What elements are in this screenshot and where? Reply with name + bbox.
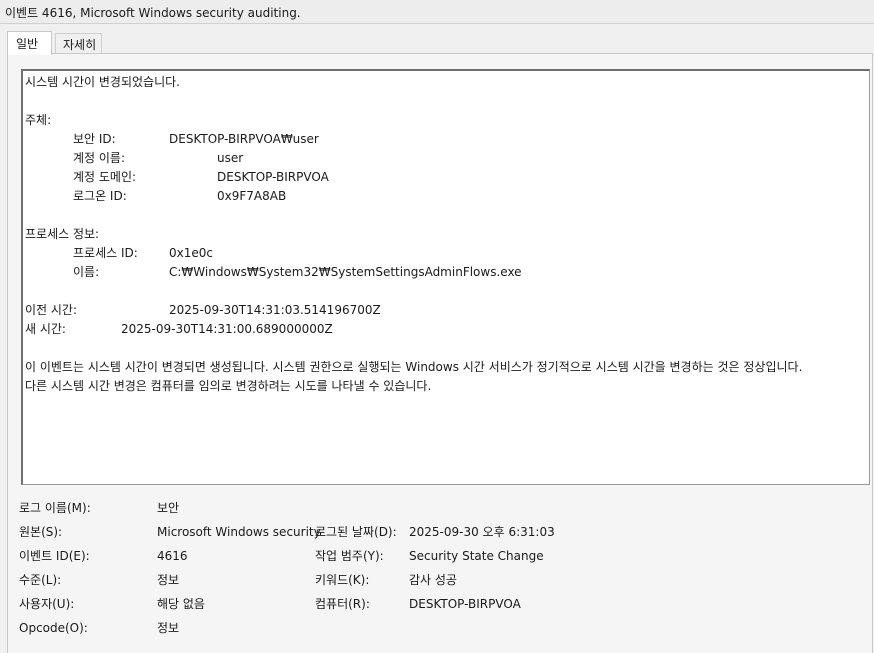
account-domain-value: DESKTOP-BIRPVOA	[217, 170, 329, 184]
previous-time-label: 이전 시간:	[25, 303, 78, 317]
task-category-label: 작업 범주(Y):	[315, 549, 384, 563]
process-id-value: 0x1e0c	[169, 246, 213, 260]
opcode-label: Opcode(O):	[19, 621, 88, 635]
keywords-label: 키워드(K):	[315, 573, 370, 587]
subject-header: 주체:	[25, 113, 52, 127]
logon-id-value: 0x9F7A8AB	[217, 189, 287, 203]
task-category-value[interactable]: Security State Change	[409, 548, 544, 564]
security-id-label: 보안 ID:	[73, 132, 116, 146]
window-title: 이벤트 4616, Microsoft Windows security aud…	[5, 6, 301, 20]
log-name-label: 로그 이름(M):	[19, 501, 91, 515]
new-time-label: 새 시간:	[25, 322, 66, 336]
computer-label: 컴퓨터(R):	[315, 597, 370, 611]
level-label: 수준(L):	[19, 573, 62, 587]
process-header: 프로세스 정보:	[25, 227, 100, 241]
source-label: 원본(S):	[19, 525, 63, 539]
logon-id-label: 로그온 ID:	[73, 189, 127, 203]
event-id-label: 이벤트 ID(E):	[19, 549, 90, 563]
event-description-box[interactable]: 시스템 시간이 변경되었습니다. 주체: 보안 ID: DESKTOP-BIRP…	[21, 69, 870, 485]
security-id-value: DESKTOP-BIRPVOA₩user	[169, 132, 319, 146]
tab-details-label: 자세히	[63, 38, 97, 52]
tab-details[interactable]: 자세히	[55, 33, 102, 53]
account-name-value: user	[217, 151, 244, 165]
tab-general[interactable]: 일반	[7, 31, 52, 55]
process-id-label: 프로세스 ID:	[73, 246, 138, 260]
user-value[interactable]: 해당 없음	[157, 596, 205, 612]
explanation-line-2: 다른 시스템 시간 변경은 컴퓨터를 임의로 변경하려는 시도를 나타낼 수 있…	[25, 379, 432, 393]
process-name-label: 이름:	[73, 265, 100, 279]
keywords-value[interactable]: 감사 성공	[409, 572, 457, 588]
user-label: 사용자(U):	[19, 597, 75, 611]
process-name-value: C:₩Windows₩System32₩SystemSettingsAdminF…	[169, 265, 522, 279]
account-domain-label: 계정 도메인:	[73, 170, 137, 184]
description-heading: 시스템 시간이 변경되었습니다.	[25, 75, 180, 89]
logged-value[interactable]: 2025-09-30 오후 6:31:03	[409, 524, 555, 540]
tab-general-label: 일반	[16, 37, 39, 51]
computer-value[interactable]: DESKTOP-BIRPVOA	[409, 596, 521, 612]
log-name-value[interactable]: 보안	[157, 500, 179, 516]
event-id-value[interactable]: 4616	[157, 548, 188, 564]
level-value[interactable]: 정보	[157, 572, 179, 588]
account-name-label: 계정 이름:	[73, 151, 126, 165]
logged-label: 로그된 날짜(D):	[315, 525, 397, 539]
new-time-value: 2025-09-30T14:31:00.689000000Z	[121, 322, 333, 336]
explanation-line-1: 이 이벤트는 시스템 시간이 변경되면 생성됩니다. 시스템 권한으로 실행되는…	[25, 360, 803, 374]
previous-time-value: 2025-09-30T14:31:03.514196700Z	[169, 303, 381, 317]
opcode-value[interactable]: 정보	[157, 620, 179, 636]
window-title-bar: 이벤트 4616, Microsoft Windows security aud…	[0, 0, 874, 24]
source-value[interactable]: Microsoft Windows security	[157, 524, 321, 540]
